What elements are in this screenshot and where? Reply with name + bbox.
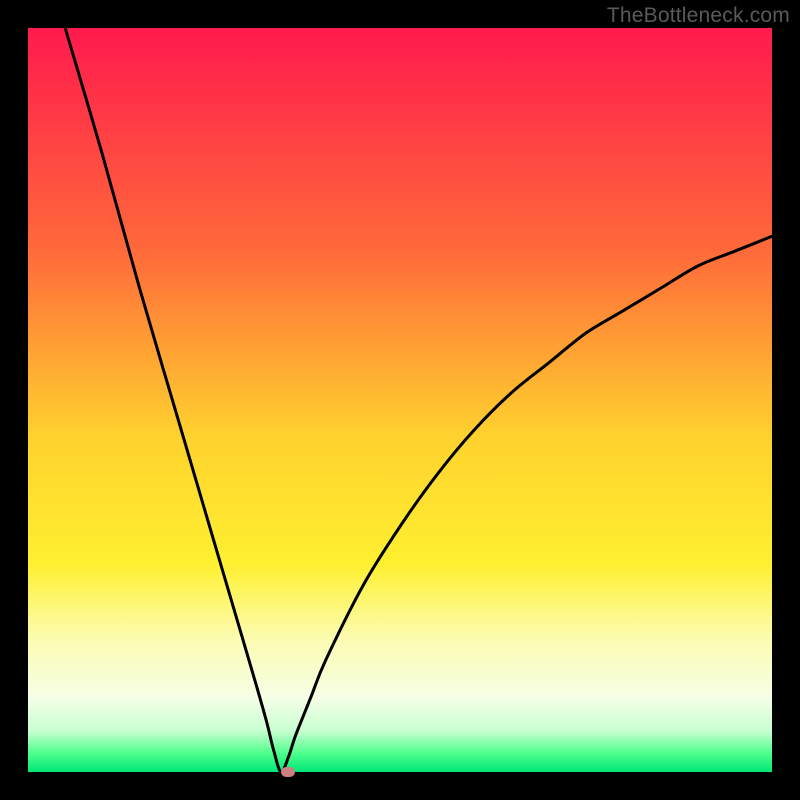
chart-svg [28,28,772,772]
minimum-marker [281,767,295,777]
chart-frame: TheBottleneck.com [0,0,800,800]
gradient-backdrop [28,28,772,772]
plot-area [28,28,772,772]
watermark-text: TheBottleneck.com [607,4,790,28]
